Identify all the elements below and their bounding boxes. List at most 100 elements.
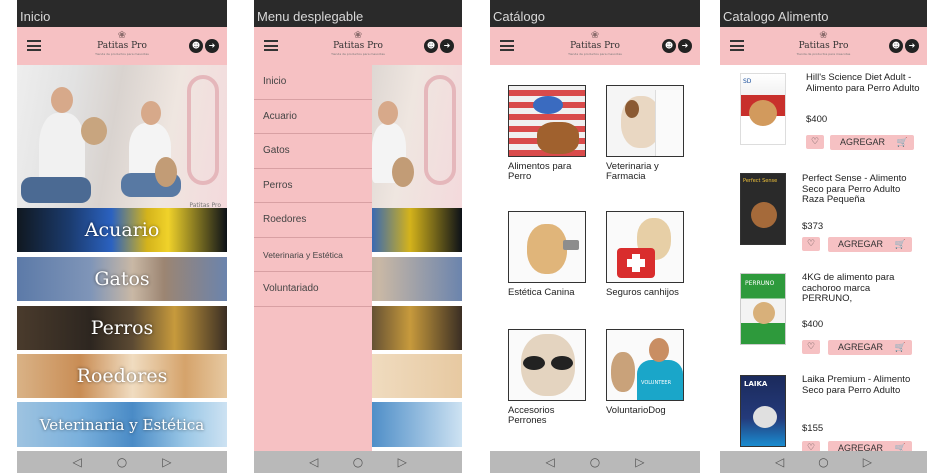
sunglasses-dog-image bbox=[508, 329, 586, 401]
hamburger-menu-icon[interactable] bbox=[730, 40, 744, 51]
user-icon[interactable]: ☻ bbox=[662, 39, 676, 53]
frame-title: Catalogo Alimento bbox=[723, 9, 829, 24]
nav-home-icon[interactable]: ○ bbox=[353, 455, 363, 469]
brand-name: Patitas Pro bbox=[97, 41, 147, 51]
catalog-item-label: Seguros canhijos bbox=[606, 287, 679, 298]
nav-recent-icon[interactable]: ▷ bbox=[398, 455, 407, 469]
nav-back-icon[interactable]: ◁ bbox=[775, 455, 784, 469]
category-banner-roedores[interactable]: Roedores bbox=[17, 354, 227, 398]
brand-logo[interactable]: ❀ Patitas Pro Tienda de productos para m… bbox=[328, 30, 388, 57]
hamburger-menu-icon[interactable] bbox=[500, 40, 514, 51]
product-card: SD Hill's Science Diet Adult - Alimento … bbox=[720, 65, 927, 165]
catalog-grid: Alimentos para Perro Veterinaria y Farma… bbox=[490, 65, 700, 451]
nav-home-icon[interactable]: ○ bbox=[818, 455, 828, 469]
product-package-label: LAIKA bbox=[744, 380, 768, 388]
menu-item-voluntariado[interactable]: Voluntariado bbox=[254, 272, 372, 307]
category-label: Perros bbox=[90, 317, 154, 339]
category-banner-acuario[interactable]: Acuario bbox=[17, 208, 227, 252]
paw-icon: ❀ bbox=[590, 30, 600, 41]
phone: ❀ Patitas Pro Tienda de productos para m… bbox=[720, 27, 927, 473]
user-icon[interactable]: ☻ bbox=[189, 39, 203, 53]
favorite-heart-icon[interactable]: ♡ bbox=[802, 340, 820, 354]
brand-logo[interactable]: ❀ Patitas Pro Tienda de productos para m… bbox=[794, 31, 854, 57]
nav-home-icon[interactable]: ○ bbox=[117, 455, 127, 469]
menu-item-gatos[interactable]: Gatos bbox=[254, 134, 372, 169]
insurance-dog-image bbox=[606, 211, 684, 283]
screen-menu: Menu desplegable ❀ Patitas Pro Tienda de… bbox=[254, 0, 462, 473]
catalog-item-label: VoluntarioDog bbox=[606, 405, 666, 416]
android-navbar: ◁ ○ ▷ bbox=[720, 451, 927, 473]
add-to-cart-button[interactable]: AGREGAR 🛒 bbox=[828, 340, 912, 355]
menu-item-roedores[interactable]: Roedores bbox=[254, 203, 372, 238]
category-banner-perros[interactable]: Perros bbox=[17, 306, 227, 350]
screen-catalogo: Catálogo ❀ Patitas Pro Tienda de product… bbox=[490, 0, 700, 473]
hero-carousel-image[interactable]: Patitas Pro bbox=[17, 65, 227, 215]
login-icon[interactable]: ➜ bbox=[205, 39, 219, 53]
app-bar: ❀ Patitas Pro Tienda de productos para m… bbox=[720, 27, 927, 65]
product-name: 4KG de alimento para cachoroo marca PERR… bbox=[802, 272, 895, 304]
login-icon[interactable]: ➜ bbox=[678, 39, 692, 53]
user-icon[interactable]: ☻ bbox=[424, 39, 438, 53]
brand-tagline: Tienda de productos para mascotas bbox=[568, 52, 622, 56]
android-navbar: ◁ ○ ▷ bbox=[17, 451, 227, 473]
nav-home-icon[interactable]: ○ bbox=[590, 455, 600, 469]
favorite-heart-icon[interactable]: ♡ bbox=[802, 237, 820, 251]
grooming-dog-image bbox=[508, 211, 586, 283]
menu-item-acuario[interactable]: Acuario bbox=[254, 100, 372, 134]
product-name: Laika Premium - Alimento Seco para Perro… bbox=[802, 374, 911, 396]
product-image[interactable]: SD bbox=[740, 73, 786, 145]
brand-logo[interactable]: ❀ Patitas Pro Tienda de productos para m… bbox=[565, 30, 625, 57]
catalog-item-alimentos[interactable]: Alimentos para Perro bbox=[508, 85, 592, 182]
catalog-item-label: Estética Canina bbox=[508, 287, 575, 298]
catalog-item-veterinaria[interactable]: Veterinaria y Farmacia bbox=[606, 85, 690, 182]
category-label: Roedores bbox=[76, 365, 168, 387]
category-label: Gatos bbox=[94, 268, 150, 290]
login-icon[interactable]: ➜ bbox=[440, 39, 454, 53]
user-icon[interactable]: ☻ bbox=[889, 39, 903, 53]
nav-recent-icon[interactable]: ▷ bbox=[863, 455, 872, 469]
nav-recent-icon[interactable]: ▷ bbox=[635, 455, 644, 469]
brand-tagline: Tienda de productos para mascotas bbox=[95, 52, 149, 56]
app-bar: ❀ Patitas Pro Tienda de productos para m… bbox=[490, 27, 700, 65]
add-to-cart-button[interactable]: AGREGAR 🛒 bbox=[828, 237, 912, 252]
category-banner-gatos[interactable]: Gatos bbox=[17, 257, 227, 301]
catalog-item-voluntario[interactable]: VOLUNTEER VoluntarioDog bbox=[606, 329, 690, 416]
product-image[interactable]: PERRUNO bbox=[740, 273, 786, 345]
volunteer-image: VOLUNTEER bbox=[606, 329, 684, 401]
menu-item-inicio[interactable]: Inicio bbox=[254, 65, 372, 100]
nav-back-icon[interactable]: ◁ bbox=[309, 455, 318, 469]
add-label: AGREGAR bbox=[840, 137, 886, 147]
side-menu-panel: Inicio Acuario Gatos Perros Roedores Vet… bbox=[254, 65, 372, 451]
catalog-item-estetica[interactable]: Estética Canina bbox=[508, 211, 592, 298]
favorite-heart-icon[interactable]: ♡ bbox=[806, 135, 824, 149]
product-name: Hill's Science Diet Adult - Alimento par… bbox=[806, 72, 920, 94]
woman-head bbox=[378, 101, 398, 125]
product-image[interactable]: Perfect Sense bbox=[740, 173, 786, 245]
catalog-item-accesorios[interactable]: Accesorios Perrones bbox=[508, 329, 592, 426]
volunteer-shirt-text: VOLUNTEER bbox=[641, 380, 672, 386]
nav-back-icon[interactable]: ◁ bbox=[546, 455, 555, 469]
paw-icon: ❀ bbox=[353, 30, 363, 41]
category-label: Acuario bbox=[84, 219, 160, 241]
category-banner-veterinaria[interactable]: Veterinaria y Estética bbox=[17, 402, 227, 447]
brand-name: Patitas Pro bbox=[798, 41, 849, 51]
phone: ❀ Patitas Pro Tienda de productos para m… bbox=[490, 27, 700, 473]
hamburger-menu-icon[interactable] bbox=[264, 40, 278, 51]
nav-recent-icon[interactable]: ▷ bbox=[162, 455, 171, 469]
product-price: $400 bbox=[806, 114, 828, 125]
login-icon[interactable]: ➜ bbox=[905, 39, 919, 53]
cart-icon: 🛒 bbox=[896, 137, 908, 147]
hamburger-menu-icon[interactable] bbox=[27, 40, 41, 51]
woman-head bbox=[141, 101, 161, 125]
brand-name: Patitas Pro bbox=[333, 41, 383, 51]
product-card: Perfect Sense Perfect Sense - Alimento S… bbox=[720, 165, 927, 265]
product-name: Perfect Sense - Alimento Seco para Perro… bbox=[802, 173, 907, 205]
add-to-cart-button[interactable]: AGREGAR 🛒 bbox=[830, 135, 914, 150]
menu-item-perros[interactable]: Perros bbox=[254, 169, 372, 203]
catalog-item-seguros[interactable]: Seguros canhijos bbox=[606, 211, 690, 298]
product-image[interactable]: LAIKA bbox=[740, 375, 786, 447]
android-navbar: ◁ ○ ▷ bbox=[490, 451, 700, 473]
brand-logo[interactable]: ❀ Patitas Pro Tienda de productos para m… bbox=[92, 31, 152, 57]
menu-item-veterinaria[interactable]: Veterinaria y Estética bbox=[254, 238, 372, 272]
nav-back-icon[interactable]: ◁ bbox=[73, 455, 82, 469]
